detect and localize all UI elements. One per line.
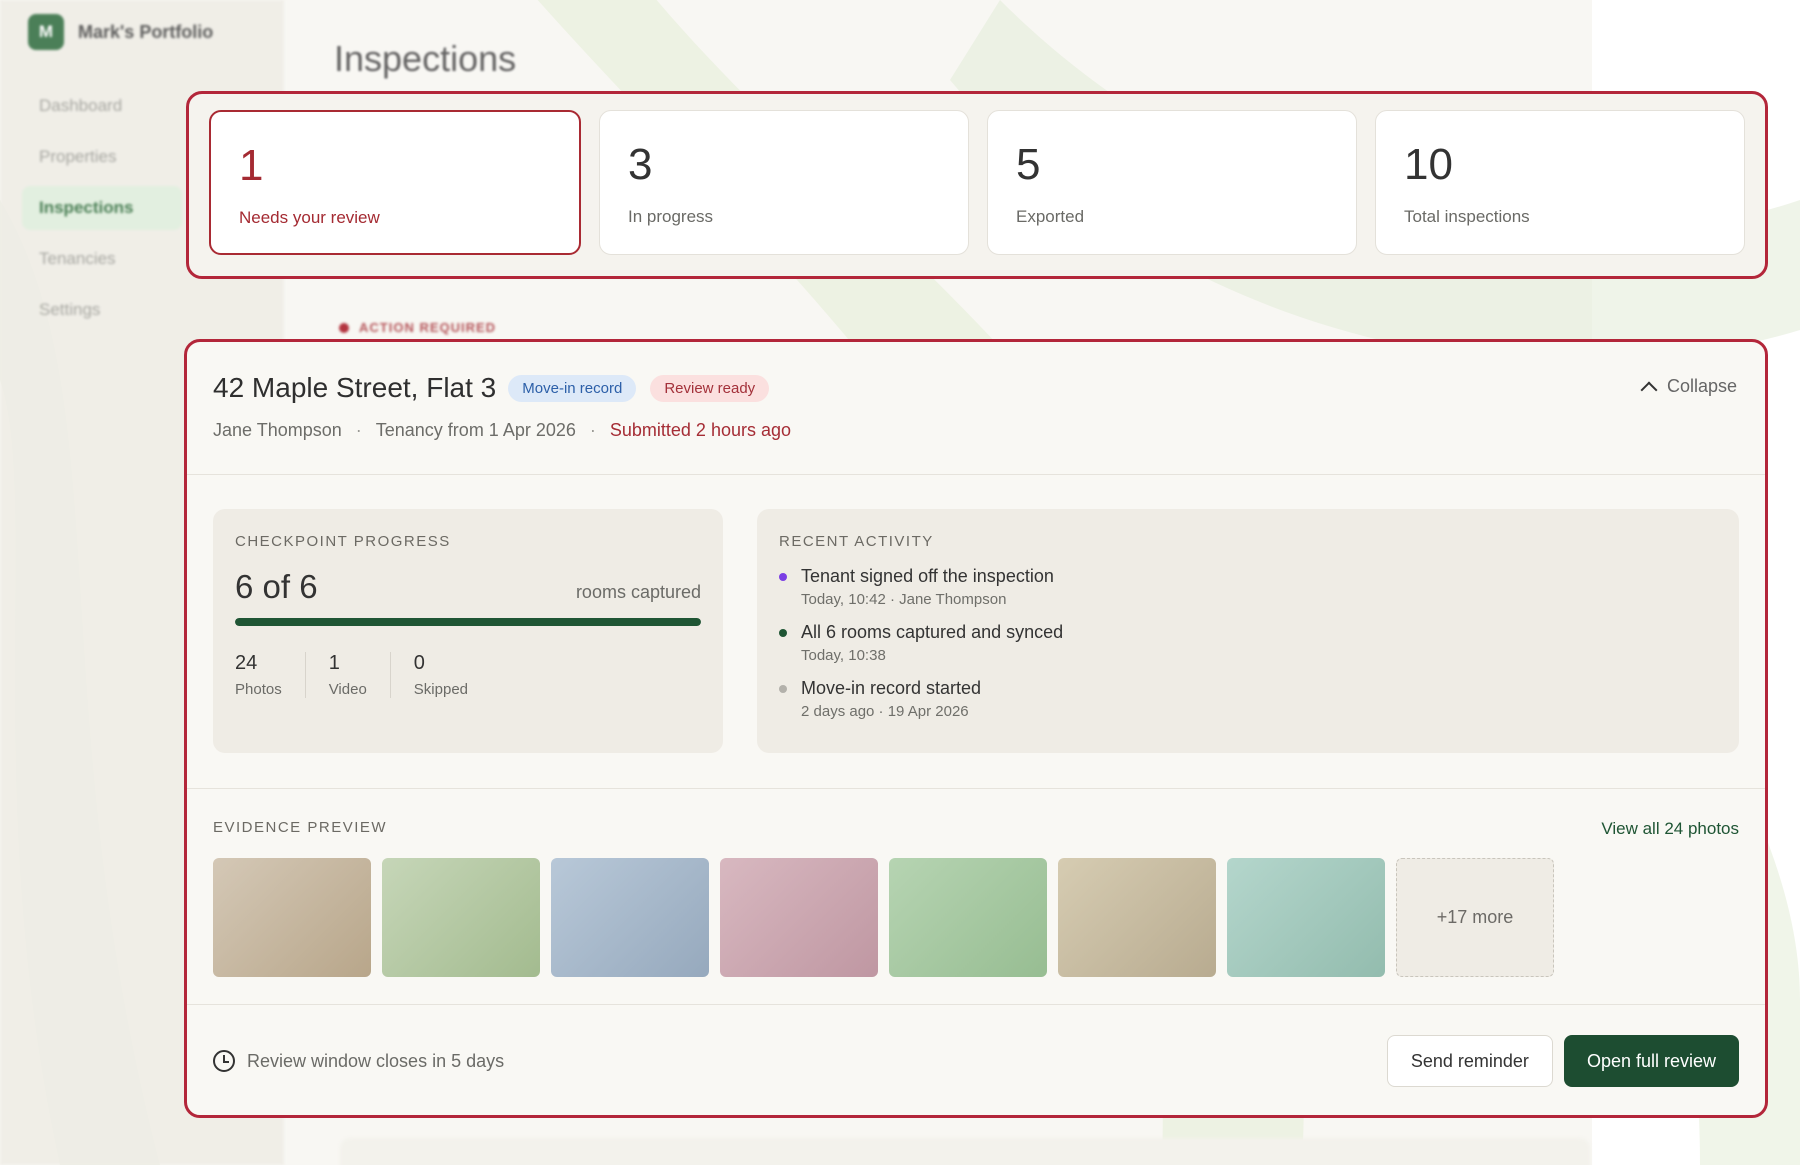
section-label-action-required: ACTION REQUIRED (339, 320, 496, 335)
count-label: Skipped (413, 681, 469, 698)
collapse-label: Collapse (1666, 376, 1737, 396)
stat-label: Needs your review (239, 208, 380, 227)
brand-name: Mark's Portfolio (78, 21, 214, 42)
count-video: 1 Video (304, 652, 390, 698)
stat-value: 1 (239, 141, 264, 190)
count-label: Photos (235, 681, 282, 698)
count-skipped: 0 Skipped (389, 652, 491, 698)
property-title: 42 Maple Street, Flat 3 (213, 372, 497, 403)
checkpoint-progress-panel: CHECKPOINT PROGRESS 6 of 6 rooms capture… (213, 509, 723, 753)
tenant-name: Jane Thompson (213, 420, 342, 440)
stats-highlight: 1 Needs your review 3 In progress 5 Expo… (186, 91, 1768, 279)
footer-actions: Send reminder Open full review (1386, 1035, 1739, 1087)
page-title: Inspections (334, 38, 517, 79)
inspection-card: 42 Maple Street, Flat 3 Move-in record R… (184, 339, 1768, 1118)
count-value: 0 (413, 652, 425, 674)
view-all-photos-link[interactable]: View all 24 photos (1601, 819, 1739, 839)
thumbnail-strip: +17 more (213, 858, 1739, 977)
title-row: 42 Maple Street, Flat 3 Move-in record R… (213, 372, 1739, 404)
photo-thumbnail[interactable] (1058, 858, 1216, 977)
progress-summary: 6 of 6 (235, 568, 318, 605)
stat-card-total[interactable]: 10 Total inspections (1375, 110, 1745, 255)
progress-row: 6 of 6 rooms captured (235, 568, 701, 606)
activity-title: Move-in record started (801, 678, 982, 698)
sidebar-item-inspections[interactable]: Inspections (22, 186, 182, 230)
evidence-header: EVIDENCE PREVIEW View all 24 photos (213, 819, 1739, 839)
stat-value: 3 (628, 140, 653, 189)
status-badge: Review ready (650, 374, 770, 402)
section-label-text: ACTION REQUIRED (359, 320, 497, 335)
activity-dot-icon (779, 629, 787, 637)
sidebar-item-settings[interactable]: Settings (22, 288, 182, 332)
send-reminder-button[interactable]: Send reminder (1386, 1035, 1553, 1087)
collapse-button[interactable]: Collapse (1640, 376, 1737, 398)
review-window-note: Review window closes in 5 days (213, 1050, 504, 1072)
more-photos-tile[interactable]: +17 more (1396, 858, 1554, 977)
activity-dot-icon (779, 685, 787, 693)
stat-card-in-progress[interactable]: 3 In progress (599, 110, 969, 255)
activity-title: Tenant signed off the inspection (801, 566, 1054, 586)
panel-title: CHECKPOINT PROGRESS (235, 533, 451, 550)
evidence-title: EVIDENCE PREVIEW (213, 819, 388, 836)
progress-bar (235, 618, 701, 626)
activity-item: All 6 rooms captured and synced Today, 1… (779, 622, 1717, 664)
activity-item: Move-in record started 2 days ago · 19 A… (779, 678, 1717, 720)
count-value: 1 (328, 652, 340, 674)
clock-icon (213, 1050, 235, 1072)
stat-label: Total inspections (1404, 207, 1530, 226)
card-header: 42 Maple Street, Flat 3 Move-in record R… (187, 342, 1765, 475)
submitted-time: Submitted 2 hours ago (609, 420, 792, 440)
activity-item: Tenant signed off the inspection Today, … (779, 566, 1717, 608)
photo-thumbnail[interactable] (1227, 858, 1385, 977)
photo-thumbnail[interactable] (720, 858, 878, 977)
next-inspection-row-faded (340, 1138, 1590, 1165)
activity-dot-icon (779, 573, 787, 581)
photo-thumbnail[interactable] (382, 858, 540, 977)
sidebar-item-dashboard[interactable]: Dashboard (22, 84, 182, 128)
stat-card-needs-review[interactable]: 1 Needs your review (209, 110, 581, 255)
meta-separator: · (355, 420, 362, 440)
count-label: Video (328, 681, 367, 698)
chevron-up-icon (1640, 381, 1658, 398)
stat-card-exported[interactable]: 5 Exported (987, 110, 1357, 255)
meta-separator: · (589, 420, 596, 440)
evidence-preview: EVIDENCE PREVIEW View all 24 photos +17 … (187, 789, 1765, 1005)
card-panels: CHECKPOINT PROGRESS 6 of 6 rooms capture… (187, 475, 1765, 789)
type-badge: Move-in record (508, 374, 637, 402)
stat-label: Exported (1016, 207, 1085, 226)
activity-title: All 6 rooms captured and synced (801, 622, 1064, 642)
photo-thumbnail[interactable] (213, 858, 371, 977)
sidebar-nav: Dashboard Properties Inspections Tenanci… (22, 84, 182, 339)
brand-avatar: M (28, 14, 64, 50)
count-photos: 24 Photos (235, 652, 305, 698)
activity-list: Tenant signed off the inspection Today, … (779, 566, 1717, 720)
recent-activity-panel: RECENT ACTIVITY Tenant signed off the in… (757, 509, 1739, 753)
activity-subtitle: Today, 10:38 (801, 647, 886, 664)
meta-row: Jane Thompson · Tenancy from 1 Apr 2026 … (213, 420, 1739, 441)
brand[interactable]: M Mark's Portfolio (28, 14, 213, 50)
stat-label: In progress (628, 207, 714, 226)
tenancy-dates: Tenancy from 1 Apr 2026 (375, 420, 576, 440)
count-value: 24 (235, 652, 258, 674)
sidebar-item-properties[interactable]: Properties (22, 135, 182, 179)
card-footer: Review window closes in 5 days Send remi… (187, 1005, 1765, 1115)
review-window-text: Review window closes in 5 days (247, 1050, 505, 1071)
progress-note: rooms captured (575, 582, 701, 602)
open-full-review-button[interactable]: Open full review (1563, 1035, 1739, 1087)
alert-dot-icon (339, 322, 349, 333)
sidebar-item-tenancies[interactable]: Tenancies (22, 237, 182, 281)
activity-subtitle: 2 days ago · 19 Apr 2026 (801, 703, 969, 720)
capture-counts: 24 Photos 1 Video 0 Skipped (235, 652, 701, 698)
progress-bar-fill (235, 618, 701, 626)
photo-thumbnail[interactable] (551, 858, 709, 977)
panel-title: RECENT ACTIVITY (779, 533, 934, 550)
photo-thumbnail[interactable] (889, 858, 1047, 977)
stat-value: 10 (1404, 140, 1453, 189)
activity-subtitle: Today, 10:42 · Jane Thompson (801, 591, 1007, 608)
stat-value: 5 (1016, 140, 1041, 189)
